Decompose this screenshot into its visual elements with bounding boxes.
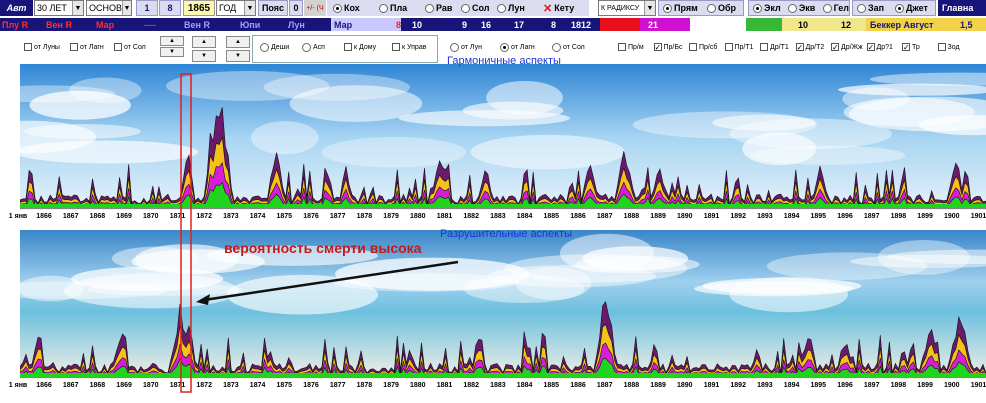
time-marker-rect xyxy=(180,73,192,393)
annotation-overlay xyxy=(180,73,459,393)
annotation-arrow xyxy=(203,260,459,302)
arrowhead-icon xyxy=(196,294,210,305)
